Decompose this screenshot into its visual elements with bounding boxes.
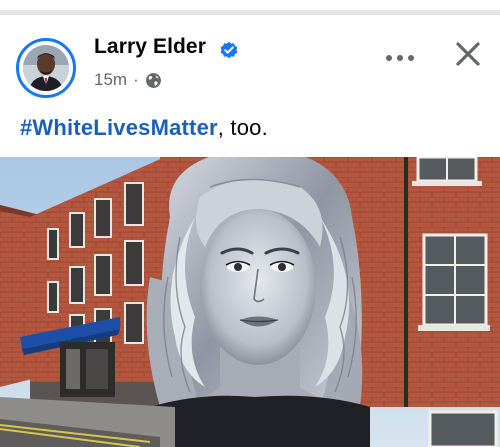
- more-options-dot: [408, 55, 414, 61]
- post-time[interactable]: 15m: [94, 70, 127, 90]
- post-meta: 15m ·: [94, 70, 162, 90]
- close-icon[interactable]: [452, 38, 484, 70]
- avatar: [23, 45, 69, 91]
- more-options-icon: [386, 55, 392, 61]
- more-options-dot: [397, 55, 403, 61]
- post-header: Larry Elder 15m ·: [0, 18, 500, 108]
- hashtag-link[interactable]: #WhiteLivesMatter: [20, 115, 218, 140]
- author-name[interactable]: Larry Elder: [94, 35, 206, 59]
- meta-separator: ·: [133, 70, 139, 89]
- globe-icon[interactable]: [145, 72, 162, 89]
- post-text-rest: , too.: [217, 115, 268, 140]
- feed-divider: [0, 0, 500, 15]
- more-options-button[interactable]: [384, 46, 416, 70]
- post-image[interactable]: [0, 157, 500, 447]
- author-avatar-button[interactable]: [16, 38, 76, 98]
- verified-badge-icon: [220, 41, 238, 59]
- post-text: #WhiteLivesMatter, too.: [20, 115, 268, 141]
